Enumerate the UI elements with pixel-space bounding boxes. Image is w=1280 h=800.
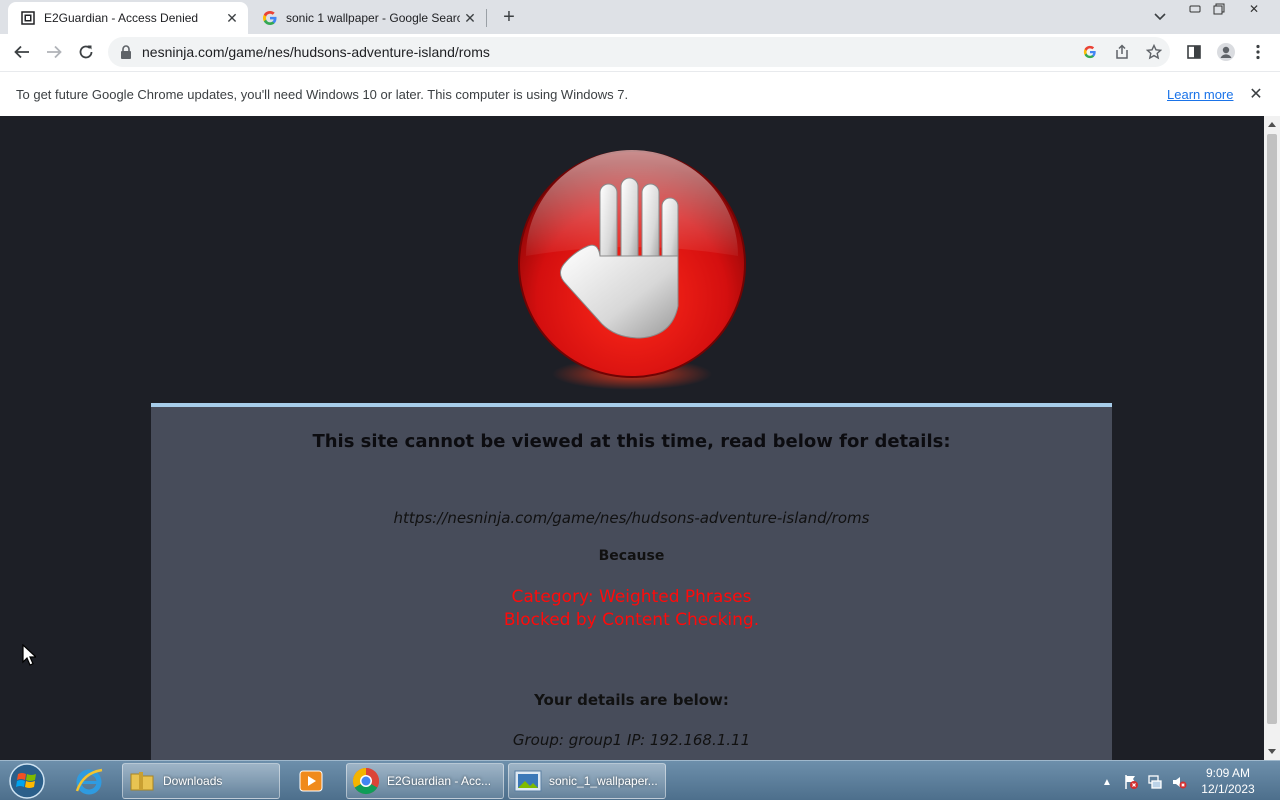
scroll-up-arrow-icon[interactable] <box>1264 116 1280 132</box>
page-scrollbar[interactable] <box>1264 116 1280 760</box>
forward-icon[interactable] <box>42 40 66 64</box>
reload-icon[interactable] <box>74 40 98 64</box>
clock-time: 9:09 AM <box>1205 766 1251 780</box>
infobar-message: To get future Google Chrome updates, you… <box>16 87 629 102</box>
restore-icon[interactable] <box>1208 1 1230 17</box>
tab-strip: E2Guardian - Access Denied ✕ sonic 1 wal… <box>0 0 1280 34</box>
media-player-icon[interactable] <box>286 763 336 799</box>
block-details-panel: This site cannot be viewed at this time,… <box>151 403 1112 760</box>
google-g-icon <box>262 10 278 26</box>
minimize-icon[interactable] <box>1184 1 1206 17</box>
learn-more-link[interactable]: Learn more <box>1167 87 1233 102</box>
taskbar-item-image-viewer[interactable]: sonic_1_wallpaper... <box>508 763 666 799</box>
blocked-url: https://nesninja.com/game/nes/hudsons-ad… <box>393 509 870 527</box>
clock-date: 12/1/2023 <box>1201 782 1255 796</box>
tab-title: E2Guardian - Access Denied <box>44 11 199 25</box>
tab-e2guardian[interactable]: E2Guardian - Access Denied ✕ <box>8 2 248 34</box>
profile-avatar-icon[interactable] <box>1214 40 1238 64</box>
new-tab-button[interactable]: + <box>498 6 520 28</box>
scroll-thumb[interactable] <box>1267 134 1277 724</box>
windows-taskbar: Downloads E2Guardian - Acc... sonic_1_wa… <box>0 760 1280 800</box>
close-infobar-icon[interactable]: ✕ <box>1246 84 1266 104</box>
bookmark-star-icon[interactable] <box>1144 42 1164 62</box>
block-reason: Blocked by Content Checking. <box>503 610 760 630</box>
google-lens-icon[interactable] <box>1080 42 1100 62</box>
taskbar-item-chrome[interactable]: E2Guardian - Acc... <box>346 763 504 799</box>
taskbar-item-label: E2Guardian - Acc... <box>387 774 492 788</box>
tab-search-icon[interactable] <box>1150 7 1170 27</box>
share-icon[interactable] <box>1112 42 1132 62</box>
taskbar-item-label: Downloads <box>163 774 223 788</box>
back-icon[interactable] <box>10 40 34 64</box>
network-icon[interactable] <box>1146 773 1164 791</box>
blocked-page: This site cannot be viewed at this time,… <box>0 116 1264 760</box>
block-category: Category: Weighted Phrases <box>511 587 752 607</box>
side-panel-icon[interactable] <box>1182 40 1206 64</box>
windows-logo-icon <box>9 763 45 799</box>
folder-icon <box>127 766 157 796</box>
scroll-down-arrow-icon[interactable] <box>1264 744 1280 760</box>
update-infobar: To get future Google Chrome updates, you… <box>0 71 1280 116</box>
lock-icon[interactable] <box>120 45 132 59</box>
system-clock[interactable]: 9:09 AM 12/1/2023 <box>1196 765 1260 797</box>
url-text[interactable]: nesninja.com/game/nes/hudsons-adventure-… <box>142 44 490 60</box>
image-viewer-icon <box>513 766 543 796</box>
mouse-cursor-icon <box>22 644 36 666</box>
volume-muted-icon[interactable] <box>1170 773 1188 791</box>
tab-title: sonic 1 wallpaper - Google Search <box>286 11 460 25</box>
tab-separator <box>486 9 487 27</box>
close-tab-icon[interactable]: ✕ <box>460 8 480 28</box>
chrome-icon <box>351 766 381 796</box>
show-hidden-icons-icon[interactable]: ▲ <box>1098 773 1116 791</box>
close-window-icon[interactable]: ✕ <box>1243 1 1265 17</box>
internet-explorer-icon[interactable] <box>64 763 114 799</box>
close-tab-icon[interactable]: ✕ <box>222 8 242 28</box>
action-center-flag-icon[interactable] <box>1122 773 1140 791</box>
because-label: Because <box>598 548 665 564</box>
user-details: Group: group1 IP: 192.168.1.11 <box>512 731 751 749</box>
block-heading: This site cannot be viewed at this time,… <box>312 431 951 452</box>
more-menu-icon[interactable] <box>1246 40 1270 64</box>
taskbar-item-label: sonic_1_wallpaper... <box>549 774 658 788</box>
start-button[interactable] <box>4 762 50 800</box>
details-label: Your details are below: <box>534 691 729 709</box>
address-bar[interactable]: nesninja.com/game/nes/hudsons-adventure-… <box>108 37 1170 67</box>
tab-google-search[interactable]: sonic 1 wallpaper - Google Search ✕ <box>250 2 486 34</box>
taskbar-item-downloads[interactable]: Downloads <box>122 763 280 799</box>
stop-hand-icon <box>518 150 746 390</box>
browser-toolbar: nesninja.com/game/nes/hudsons-adventure-… <box>0 34 1280 71</box>
page-icon <box>20 10 36 26</box>
